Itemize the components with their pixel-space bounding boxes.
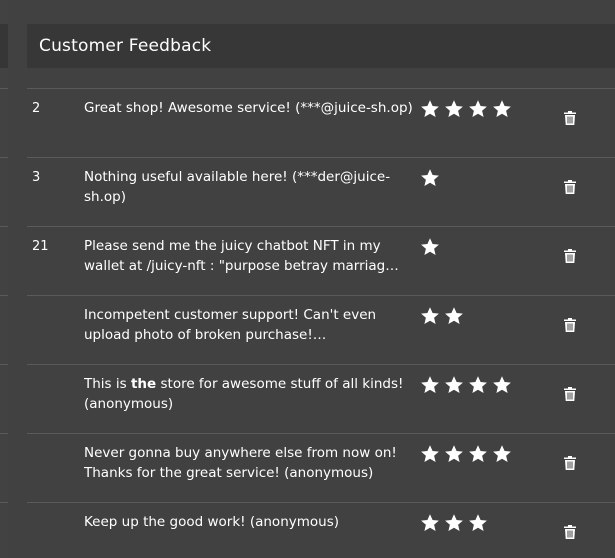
card-header: Customer Feedback [27, 24, 615, 68]
feedback-comment-text: This is [84, 376, 131, 392]
star-icon [493, 445, 511, 462]
feedback-user-id: 3 [32, 170, 41, 185]
feedback-comment-text: Please send me the juicy chatbot NFT in … [84, 238, 399, 274]
left-panel-divider [0, 157, 8, 158]
trash-icon [564, 180, 576, 194]
left-panel-divider [0, 502, 8, 503]
left-panel-divider [0, 226, 8, 227]
star-icon [421, 238, 439, 255]
star-icon [469, 100, 487, 117]
customer-feedback-card: Customer Feedback 2 Great shop! Awesome s… [27, 24, 615, 558]
feedback-row: 3 Nothing useful available here! (***der@… [27, 157, 615, 226]
feedback-page: Customer Feedback 2 Great shop! Awesome s… [0, 0, 615, 558]
feedback-row: Incompetent customer support! Can't even… [27, 295, 615, 364]
left-panel-divider [0, 364, 8, 365]
trash-icon [564, 456, 576, 470]
feedback-comment-text: Great shop! Awesome service! (***@juice-… [84, 100, 413, 116]
feedback-row: Keep up the good work! (anonymous) [27, 502, 615, 558]
star-icon [445, 514, 463, 531]
feedback-comment: Great shop! Awesome service! (***@juice-… [84, 98, 414, 118]
feedback-rating [420, 444, 512, 464]
feedback-comment-text: Never gonna buy anywhere else from now o… [84, 445, 397, 481]
star-icon [421, 307, 439, 324]
feedback-rating [420, 99, 512, 119]
feedback-rating [420, 306, 464, 326]
feedback-comment: Keep up the good work! (anonymous) [84, 512, 414, 532]
star-icon [421, 514, 439, 531]
feedback-row: 21 Please send me the juicy chatbot NFT i… [27, 226, 615, 295]
card-title: Customer Feedback [39, 36, 212, 56]
feedback-comment-text: Nothing useful available here! (***der@j… [84, 169, 391, 205]
star-icon [421, 169, 439, 186]
left-panel-divider [0, 295, 8, 296]
feedback-comment-text: Incompetent customer support! Can't even… [84, 307, 377, 343]
delete-feedback-button[interactable] [561, 523, 579, 541]
star-icon [421, 376, 439, 393]
feedback-row: 2 Great shop! Awesome service! (***@juice… [27, 88, 615, 157]
delete-feedback-button[interactable] [561, 109, 579, 127]
feedback-rating [420, 237, 440, 257]
feedback-row: Never gonna buy anywhere else from now o… [27, 433, 615, 502]
delete-feedback-button[interactable] [561, 385, 579, 403]
trash-icon [564, 387, 576, 401]
left-panel-header [0, 24, 8, 68]
feedback-rating [420, 513, 488, 533]
delete-feedback-button[interactable] [561, 454, 579, 472]
trash-icon [564, 525, 576, 539]
star-icon [469, 514, 487, 531]
star-icon [445, 376, 463, 393]
delete-feedback-button[interactable] [561, 178, 579, 196]
star-icon [493, 100, 511, 117]
feedback-comment-bold: the [130, 376, 157, 392]
star-icon [445, 445, 463, 462]
feedback-user-id: 21 [32, 239, 49, 254]
left-panel-divider [0, 433, 8, 434]
feedback-comment: This is the store for awesome stuff of a… [84, 374, 414, 414]
feedback-comment: Never gonna buy anywhere else from now o… [84, 443, 414, 483]
feedback-comment: Incompetent customer support! Can't even… [84, 305, 414, 345]
left-panel-divider [0, 88, 8, 89]
feedback-rating [420, 168, 440, 188]
trash-icon [564, 249, 576, 263]
star-icon [421, 445, 439, 462]
star-icon [493, 376, 511, 393]
delete-feedback-button[interactable] [561, 247, 579, 265]
feedback-user-id: 2 [32, 101, 41, 116]
trash-icon [564, 318, 576, 332]
star-icon [445, 100, 463, 117]
feedback-row: This is the store for awesome stuff of a… [27, 364, 615, 433]
star-icon [469, 445, 487, 462]
delete-feedback-button[interactable] [561, 316, 579, 334]
star-icon [421, 100, 439, 117]
trash-icon [564, 111, 576, 125]
header-spacer [27, 68, 615, 88]
feedback-table: 2 Great shop! Awesome service! (***@juice… [27, 88, 615, 558]
feedback-comment-text: Keep up the good work! (anonymous) [84, 514, 340, 530]
feedback-rating [420, 375, 512, 395]
feedback-comment: Nothing useful available here! (***der@j… [84, 167, 414, 207]
left-panel-edge [0, 0, 8, 558]
feedback-comment: Please send me the juicy chatbot NFT in … [84, 236, 414, 276]
star-icon [469, 376, 487, 393]
star-icon [445, 307, 463, 324]
